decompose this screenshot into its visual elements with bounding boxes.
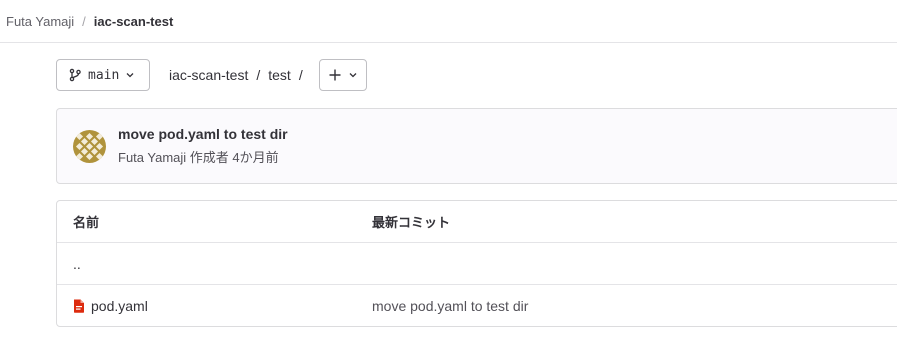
- file-tree-table: 名前 最新コミット .. pod.yaml move pod.yaml to t…: [56, 200, 897, 327]
- column-header-last-commit: 最新コミット: [372, 215, 451, 230]
- commit-title-link[interactable]: move pod.yaml to test dir: [118, 126, 288, 142]
- breadcrumb-owner-link[interactable]: Futa Yamaji: [6, 14, 74, 29]
- path-breadcrumb: iac-scan-test / test /: [169, 67, 311, 83]
- breadcrumb-separator: /: [82, 13, 86, 29]
- repository-toolbar: main iac-scan-test / test /: [56, 59, 367, 91]
- table-header-row: 名前 最新コミット: [57, 201, 897, 243]
- chevron-down-icon: [125, 70, 135, 80]
- path-item-test[interactable]: test: [268, 67, 291, 83]
- commit-info: move pod.yaml to test dir Futa Yamaji 作成…: [118, 126, 288, 166]
- table-row[interactable]: pod.yaml move pod.yaml to test dir: [57, 285, 897, 327]
- commit-meta: Futa Yamaji 作成者 4か月前: [118, 150, 279, 165]
- breadcrumb-project-link[interactable]: iac-scan-test: [94, 14, 173, 29]
- path-item-project[interactable]: iac-scan-test: [169, 67, 248, 83]
- avatar[interactable]: [73, 129, 106, 163]
- branch-icon: [68, 68, 82, 82]
- branch-name: main: [88, 67, 120, 83]
- column-header-name: 名前: [73, 215, 100, 230]
- add-to-tree-button[interactable]: [318, 59, 367, 91]
- branch-selector-button[interactable]: main: [56, 59, 150, 91]
- table-row-parent[interactable]: ..: [57, 243, 897, 285]
- file-name-link[interactable]: pod.yaml: [91, 298, 148, 314]
- path-separator: /: [298, 67, 303, 83]
- breadcrumb: Futa Yamaji / iac-scan-test: [0, 0, 897, 43]
- plus-icon: [328, 68, 342, 82]
- last-commit-panel: move pod.yaml to test dir Futa Yamaji 作成…: [56, 108, 897, 184]
- chevron-down-icon: [348, 70, 358, 80]
- file-last-commit-link[interactable]: move pod.yaml to test dir: [372, 298, 528, 314]
- yaml-file-icon: [73, 299, 85, 313]
- parent-directory-link[interactable]: ..: [57, 256, 372, 272]
- path-separator: /: [256, 67, 261, 83]
